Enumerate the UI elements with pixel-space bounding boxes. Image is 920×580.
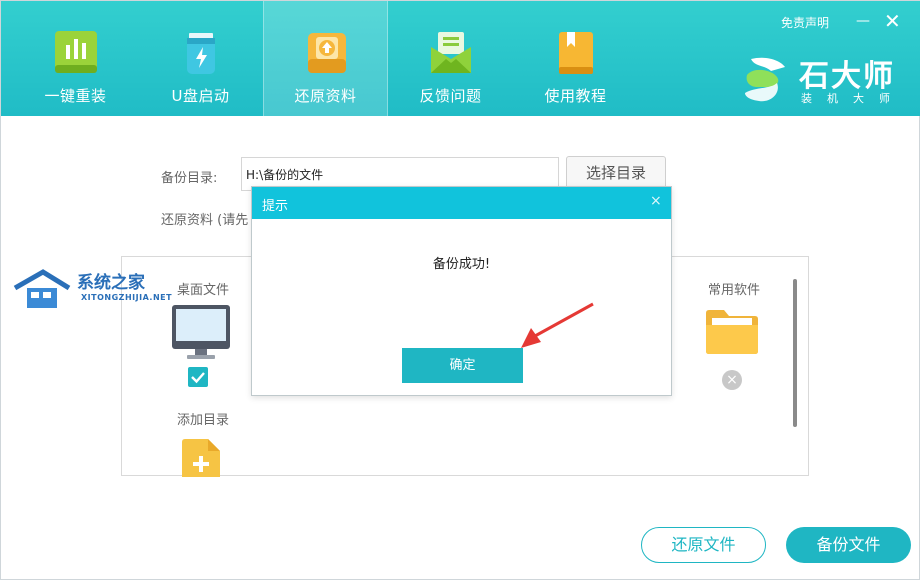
watermark-title: 系统之家: [77, 273, 145, 293]
header-bar: 一键重装 U盘启动 还原资料 反馈问题 使用教程 免责声明 — ✕ 石大师 装机…: [1, 1, 920, 116]
nav-label: 还原资料: [294, 87, 357, 105]
minimize-button[interactable]: —: [856, 13, 870, 29]
restore-hint-text: 还原资料 (请先: [161, 213, 249, 228]
feedback-icon: [431, 32, 471, 73]
nav-item-restore-data[interactable]: 还原资料: [263, 1, 388, 116]
tutorial-book-icon: [559, 32, 593, 74]
file-item-label: 桌面文件: [177, 283, 230, 298]
remove-software-button[interactable]: ×: [722, 370, 742, 390]
folder-icon[interactable]: [704, 307, 760, 357]
dialog-title-bar: 提示 ×: [252, 187, 671, 219]
site-watermark: 系统之家 XITONGZHIJIA.NET: [11, 266, 172, 311]
brand-logo: 石大师 装机大师: [741, 51, 911, 106]
usb-drive-icon: [187, 33, 215, 74]
dialog-title: 提示: [262, 199, 289, 214]
close-window-button[interactable]: ✕: [884, 9, 901, 33]
nav-label: 一键重装: [44, 87, 107, 105]
nav-label: 反馈问题: [419, 87, 482, 105]
add-file-icon[interactable]: [182, 439, 220, 477]
brand-name: 石大师: [799, 59, 895, 94]
dialog-close-button[interactable]: ×: [650, 193, 662, 209]
restore-data-icon: [308, 33, 346, 73]
disclaimer-link[interactable]: 免责声明: [781, 14, 829, 31]
file-item-label: 添加目录: [177, 413, 230, 428]
nav-item-reinstall[interactable]: 一键重装: [13, 1, 138, 116]
file-item-label: 常用软件: [708, 283, 761, 298]
checkmark-icon: [191, 372, 205, 384]
backup-files-button[interactable]: 备份文件: [786, 527, 911, 563]
desktop-files-checkbox[interactable]: [188, 367, 208, 387]
watermark-house-icon: [13, 269, 71, 308]
prompt-dialog: 提示 × 备份成功! 确定: [251, 186, 672, 396]
choose-dir-button[interactable]: 选择目录: [566, 156, 666, 190]
main-nav: 一键重装 U盘启动 还原资料 反馈问题 使用教程: [13, 1, 638, 116]
desktop-monitor-icon[interactable]: [171, 303, 231, 363]
app-window: 一键重装 U盘启动 还原资料 反馈问题 使用教程 免责声明 — ✕ 石大师 装机…: [0, 0, 920, 580]
nav-item-usb-boot[interactable]: U盘启动: [138, 1, 263, 116]
annotation-arrow-icon: [521, 302, 594, 348]
scrollbar[interactable]: [793, 279, 797, 427]
restore-files-button[interactable]: 还原文件: [641, 527, 766, 563]
nav-item-tutorial[interactable]: 使用教程: [513, 1, 638, 116]
brand-mark-icon: [745, 57, 785, 102]
watermark-subtitle: XITONGZHIJIA.NET: [81, 293, 173, 302]
dialog-ok-button[interactable]: 确定: [402, 348, 523, 383]
nav-label: 使用教程: [544, 87, 607, 105]
reinstall-icon: [55, 31, 97, 73]
backup-dir-label: 备份目录:: [161, 171, 218, 186]
dialog-message: 备份成功!: [432, 257, 491, 272]
nav-label: U盘启动: [171, 87, 230, 105]
nav-item-feedback[interactable]: 反馈问题: [388, 1, 513, 116]
brand-subtitle: 装机大师: [801, 92, 905, 105]
